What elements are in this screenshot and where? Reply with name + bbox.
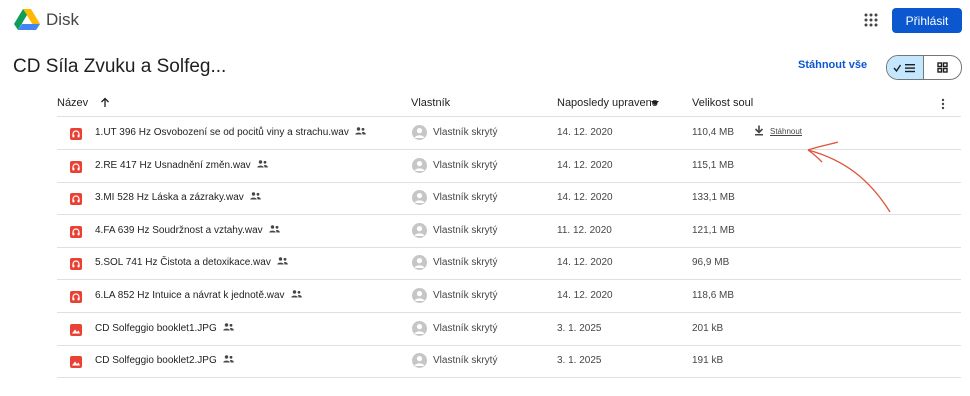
owner-avatar [412, 255, 427, 271]
sort-ascending-icon[interactable] [100, 97, 110, 108]
file-name-text: 6.LA 852 Hz Intuice a návrat k jednotě.w… [95, 290, 285, 302]
owner-avatar [412, 190, 427, 206]
audio-file-icon [70, 192, 82, 206]
file-owner: Vlastník skrytý [433, 290, 498, 301]
image-file-icon [70, 355, 82, 369]
file-modified-date: 14. 12. 2020 [557, 290, 613, 301]
file-row[interactable]: 4.FA 639 Hz Soudržnost a vztahy.wav Vlast… [57, 215, 961, 248]
image-file-icon [70, 323, 82, 336]
file-name[interactable]: 3.MI 528 Hz Láska a zázraky.wav [95, 192, 261, 203]
shared-icon [268, 225, 280, 236]
owner-avatar [412, 222, 427, 238]
owner-avatar [412, 288, 427, 303]
file-row[interactable]: 5.SOL 741 Hz Čistota a detoxikace.wav Vla… [57, 247, 961, 281]
file-row[interactable]: CD Solfeggio booklet1.JPG Vlastník skrytý… [57, 313, 961, 346]
file-modified-date: 14. 12. 2020 [557, 127, 613, 138]
audio-file-icon [70, 160, 82, 173]
file-size: 133,1 MB [692, 192, 735, 204]
owner-avatar [412, 157, 427, 173]
sort-dropdown-icon[interactable] [651, 101, 659, 106]
file-name[interactable]: 4.FA 639 Hz Soudržnost a vztahy.wav [95, 225, 280, 236]
column-header-size[interactable]: Velikost soul [692, 97, 753, 109]
file-modified-date: 3. 1. 2025 [557, 322, 602, 334]
shared-icon [355, 127, 366, 138]
owner-avatar [412, 353, 427, 369]
file-modified-date: 14. 12. 2020 [557, 192, 613, 204]
file-name[interactable]: 6.LA 852 Hz Intuice a návrat k jednotě.w… [95, 290, 302, 301]
list-view-icon [893, 63, 915, 72]
file-size: 110,4 MB [692, 127, 735, 138]
column-header-modified[interactable]: Naposledy upraveno [557, 97, 658, 109]
audio-file-icon [70, 225, 82, 238]
file-owner: Vlastník skrytý [433, 127, 498, 138]
file-size: 118,6 MB [692, 290, 735, 301]
shared-icon [223, 322, 234, 334]
file-name[interactable]: 2.RE 417 Hz Usnadnění změn.wav [95, 160, 268, 171]
file-name-text: CD Solfeggio booklet1.JPG [95, 322, 217, 334]
file-size: 201 kB [692, 322, 724, 334]
folder-title: CD Síla Zvuku a Solfeg... [13, 56, 227, 77]
file-row[interactable]: CD Solfeggio booklet2.JPG Vlastník skrytý… [57, 345, 961, 379]
audio-file-icon [70, 257, 82, 271]
file-modified-date: 14. 12. 2020 [557, 159, 613, 171]
shared-icon [250, 192, 261, 203]
file-name[interactable]: 5.SOL 741 Hz Čistota a detoxikace.wav [95, 257, 288, 269]
drive-logo-icon [14, 9, 40, 30]
file-name-text: 3.MI 528 Hz Láska a zázraky.wav [95, 192, 244, 204]
top-bar: Disk Přihlásit [0, 0, 970, 40]
file-size: 115,1 MB [692, 159, 735, 171]
file-row[interactable]: 2.RE 417 Hz Usnadnění změn.wav Vlastník s… [57, 150, 961, 183]
download-icon [754, 125, 764, 138]
audio-file-icon [70, 290, 82, 303]
file-owner: Vlastník skrytý [433, 257, 498, 269]
shared-icon [277, 257, 288, 268]
file-modified-date: 14. 12. 2020 [557, 257, 613, 269]
file-name-text: 4.FA 639 Hz Soudržnost a vztahy.wav [95, 224, 263, 236]
apps-grid-icon[interactable] [864, 13, 878, 27]
grid-view-button[interactable] [924, 56, 961, 79]
file-owner: Vlastník skrytý [433, 224, 498, 236]
file-owner: Vlastník skrytý [433, 322, 498, 334]
owner-avatar [412, 320, 427, 336]
audio-file-icon [70, 127, 82, 140]
file-owner: Vlastník skrytý [433, 192, 498, 204]
download-all-button[interactable]: Stáhnout vše [798, 59, 867, 71]
file-row[interactable]: 1.UT 396 Hz Osvobození se od pocitů viny… [57, 117, 961, 150]
file-name-text: CD Solfeggio booklet2.JPG [95, 355, 217, 367]
column-header-name[interactable]: Název [57, 97, 88, 109]
download-label: Stáhnout [770, 127, 803, 136]
grid-view-icon [937, 62, 948, 73]
file-size: 96,9 MB [692, 257, 730, 269]
file-name[interactable]: CD Solfeggio booklet2.JPG [95, 355, 234, 366]
file-name-text: 1.UT 396 Hz Osvobození se od pocitů viny… [95, 127, 349, 139]
owner-avatar [412, 125, 427, 140]
list-view-button[interactable] [887, 56, 924, 79]
more-options-icon[interactable] [941, 98, 945, 110]
download-file-button[interactable]: Stáhnout [754, 125, 802, 138]
file-size: 121,1 MB [692, 224, 735, 236]
shared-icon [223, 355, 234, 366]
file-name-text: 5.SOL 741 Hz Čistota a detoxikace.wav [95, 257, 271, 269]
column-header-owner[interactable]: Vlastník [411, 97, 450, 109]
file-modified-date: 11. 12. 2020 [557, 224, 612, 236]
file-name[interactable]: CD Solfeggio booklet1.JPG [95, 323, 234, 334]
file-name[interactable]: 1.UT 396 Hz Osvobození se od pocitů viny… [95, 127, 366, 138]
file-size: 191 kB [692, 355, 724, 367]
view-toggle [886, 55, 962, 80]
sign-in-button[interactable]: Přihlásit [892, 8, 962, 33]
shared-icon [290, 290, 302, 301]
file-owner: Vlastník skrytý [433, 355, 498, 367]
file-modified-date: 3. 1. 2025 [557, 355, 602, 367]
file-row[interactable]: 3.MI 528 Hz Láska a zázraky.wav Vlastník … [57, 182, 961, 216]
file-name-text: 2.RE 417 Hz Usnadnění změn.wav [95, 159, 251, 171]
file-owner: Vlastník skrytý [433, 159, 498, 171]
shared-icon [256, 159, 268, 171]
app-name: Disk [46, 10, 80, 29]
file-row[interactable]: 6.LA 852 Hz Intuice a návrat k jednotě.w… [57, 280, 961, 313]
